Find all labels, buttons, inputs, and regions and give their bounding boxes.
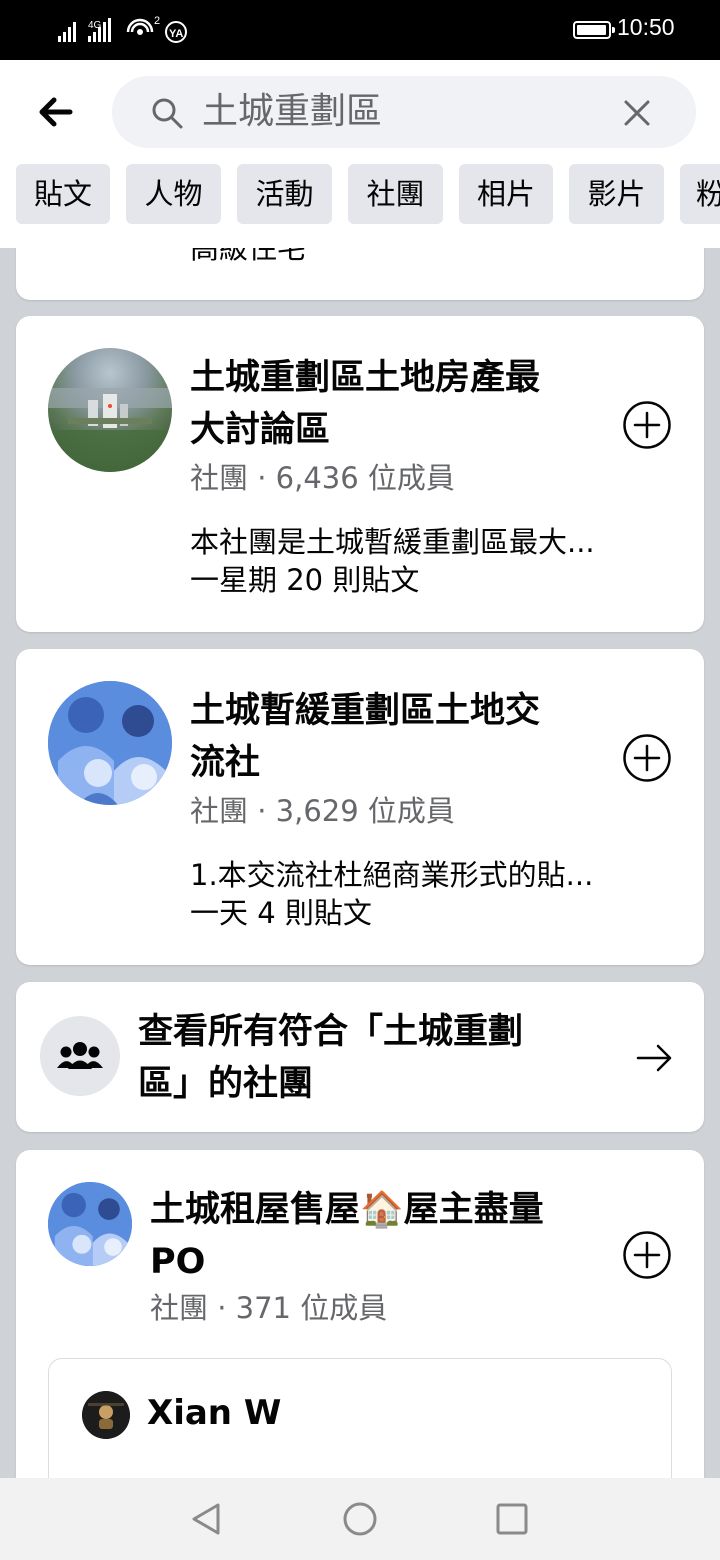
group-title[interactable]: 土城重劃區土地房產最 大討論區 [190,352,610,456]
nav-home-icon[interactable] [340,1499,380,1539]
join-group-plus-icon[interactable] [622,1230,672,1280]
arrow-right-icon[interactable] [634,1038,674,1078]
search-query[interactable]: 土城重劃區 [202,90,382,134]
result-card-partial[interactable]: 高級住宅 [16,248,704,300]
filter-chips: 貼文 人物 活動 社團 相片 影片 粉 [16,164,720,224]
system-nav-bar [0,1478,720,1560]
group-title[interactable]: 土城暫緩重劃區土地交 流社 [190,685,610,789]
group-result-card[interactable]: 土城租屋售屋🏠屋主盡量 PO 社團 · 371 位成員 Xian W [16,1150,704,1478]
avatar[interactable] [82,1391,130,1439]
search-input[interactable]: 土城重劃區 [112,76,696,148]
group-post-preview[interactable]: Xian W [48,1358,672,1478]
group-description: 本社團是土城暫緩重劃區最大... [190,525,595,559]
search-results: 高級住宅 土城重劃區土地房產最 大討論區 社團 · 6,436 位成員 本社團是… [0,248,720,1478]
filter-chip-videos[interactable]: 影片 [569,164,664,224]
signal-icons: 4G 2 YA [58,14,193,46]
join-group-plus-icon[interactable] [622,733,672,783]
group-meta: 社團 · 3,629 位成員 [190,794,455,828]
battery-icon [573,21,615,39]
group-activity: 一天 4 則貼文 [190,896,372,930]
svg-text:2: 2 [154,15,160,27]
group-meta: 社團 · 371 位成員 [150,1291,388,1325]
group-avatar[interactable] [48,348,172,472]
partial-card-text: 高級住宅 [190,248,307,265]
group-result-card[interactable]: 土城重劃區土地房產最 大討論區 社團 · 6,436 位成員 本社團是土城暫緩重… [16,316,704,632]
back-arrow-icon[interactable] [34,90,78,134]
filter-chip-posts[interactable]: 貼文 [16,164,110,224]
group-meta: 社團 · 6,436 位成員 [190,461,455,495]
join-group-plus-icon[interactable] [622,400,672,450]
status-bar: 4G 2 YA 10:50 [0,0,720,60]
group-avatar[interactable] [48,1182,132,1266]
group-description: 1.本交流社杜絕商業形式的貼... [190,858,594,892]
filter-chip-people[interactable]: 人物 [126,164,221,224]
group-result-card[interactable]: 土城暫緩重劃區土地交 流社 社團 · 3,629 位成員 1.本交流社杜絕商業形… [16,649,704,965]
filter-chip-groups[interactable]: 社團 [348,164,443,224]
group-activity: 一星期 20 則貼文 [190,563,420,597]
svg-text:YA: YA [169,28,183,40]
filter-chip-events[interactable]: 活動 [237,164,332,224]
filter-chip-photos[interactable]: 相片 [459,164,553,224]
post-author-name[interactable]: Xian W [147,1389,281,1437]
nav-recents-icon[interactable] [492,1499,532,1539]
search-icon [150,96,184,130]
clear-search-icon[interactable] [622,98,652,128]
search-header: 土城重劃區 貼文 人物 活動 社團 相片 影片 粉 [0,60,720,248]
filter-chip-pages[interactable]: 粉 [680,164,720,224]
group-avatar[interactable] [48,681,172,805]
nav-back-icon[interactable] [186,1499,226,1539]
see-all-groups-label[interactable]: 查看所有符合「土城重劃 區」的社團 [138,1006,598,1110]
clock: 10:50 [617,14,675,40]
group-title[interactable]: 土城租屋售屋🏠屋主盡量 PO [150,1184,610,1288]
groups-icon [40,1016,120,1096]
see-all-groups-button[interactable]: 查看所有符合「土城重劃 區」的社團 [16,982,704,1132]
